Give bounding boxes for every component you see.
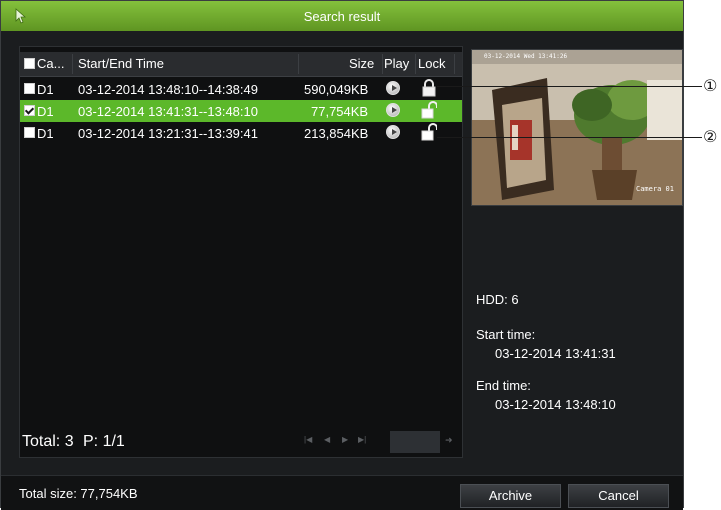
row-camera: D1 — [37, 82, 54, 97]
column-divider — [298, 54, 299, 74]
play-icon[interactable] — [386, 125, 400, 139]
table-row-selected[interactable]: D1 03-12-2014 13:41:31--13:48:10 77,754K… — [20, 100, 462, 122]
page-go-icon[interactable]: ➜ — [445, 435, 453, 446]
pager-prev-icon[interactable]: ◀ — [324, 435, 336, 445]
column-play[interactable]: Play — [384, 56, 409, 71]
play-icon[interactable] — [386, 103, 400, 117]
page-number-input[interactable] — [390, 431, 440, 453]
row-size: 590,049KB — [304, 82, 369, 97]
column-divider — [382, 54, 383, 74]
video-preview: 03-12-2014 Wed 13:41:26 Camera 01 — [471, 49, 683, 206]
pager-first-icon[interactable]: |◀ — [304, 435, 316, 445]
table-row[interactable]: D1 03-12-2014 13:21:31--13:39:41 213,854… — [20, 122, 462, 144]
column-lock[interactable]: Lock — [418, 56, 445, 71]
row-checkbox[interactable] — [24, 83, 35, 94]
row-size: 213,854KB — [304, 126, 369, 141]
row-camera: D1 — [37, 104, 54, 119]
row-time: 03-12-2014 13:21:31--13:39:41 — [78, 126, 258, 141]
play-icon[interactable] — [386, 81, 400, 95]
row-size: 77,754KB — [311, 104, 369, 119]
row-time: 03-12-2014 13:48:10--14:38:49 — [78, 82, 258, 97]
column-divider — [454, 54, 455, 74]
cursor-icon — [15, 8, 27, 24]
column-divider — [72, 54, 73, 74]
bottom-bar: Total size: 77,754KB Archive Cancel — [1, 475, 683, 510]
column-size[interactable]: Size — [349, 56, 374, 71]
row-checkbox[interactable] — [24, 127, 35, 138]
total-count: Total: 3 — [22, 433, 74, 450]
callout-line — [437, 86, 702, 87]
unlock-icon[interactable] — [421, 101, 437, 119]
column-divider — [415, 54, 416, 74]
search-result-window: Search result Ca... Start/End Time Size … — [0, 0, 684, 510]
list-header: Ca... Start/End Time Size Play Lock — [20, 52, 462, 77]
archive-button[interactable]: Archive — [460, 484, 561, 508]
preview-timestamp: 03-12-2014 Wed 13:41:26 — [484, 53, 568, 60]
end-time-value: 03-12-2014 13:48:10 — [495, 397, 616, 412]
start-time-value: 03-12-2014 13:41:31 — [495, 346, 616, 361]
callout-marker-1: ① — [703, 76, 718, 95]
pager-last-icon[interactable]: ▶| — [358, 435, 370, 445]
select-all-checkbox[interactable] — [24, 58, 35, 69]
callout-line — [437, 137, 702, 138]
window-title: Search result — [303, 8, 381, 24]
preview-camera-label: Camera 01 — [636, 185, 674, 193]
row-checkbox[interactable] — [24, 105, 35, 116]
preview-image — [472, 50, 682, 205]
end-time-label: End time: — [476, 378, 531, 393]
table-row[interactable]: D1 03-12-2014 13:48:10--14:38:49 590,049… — [20, 78, 462, 100]
column-camera[interactable]: Ca... — [37, 56, 64, 71]
row-camera: D1 — [37, 126, 54, 141]
pager-next-icon[interactable]: ▶ — [342, 435, 354, 445]
callout-marker-2: ② — [703, 127, 718, 146]
start-time-label: Start time: — [476, 327, 536, 342]
cancel-button[interactable]: Cancel — [568, 484, 669, 508]
hdd-label: HDD: 6 — [476, 292, 519, 307]
title-bar: Search result — [1, 1, 683, 31]
recording-list: Ca... Start/End Time Size Play Lock D1 0… — [19, 46, 463, 458]
unlock-icon[interactable] — [421, 123, 437, 141]
list-footer: Total: 3 P: 1/1 |◀ ◀ ▶ ▶| ➜ — [20, 429, 462, 455]
lock-icon[interactable] — [421, 79, 437, 97]
column-start-end-time[interactable]: Start/End Time — [78, 56, 164, 71]
page-indicator: P: 1/1 — [83, 433, 125, 450]
total-size: Total size: 77,754KB — [19, 486, 138, 501]
row-time: 03-12-2014 13:41:31--13:48:10 — [78, 104, 258, 119]
